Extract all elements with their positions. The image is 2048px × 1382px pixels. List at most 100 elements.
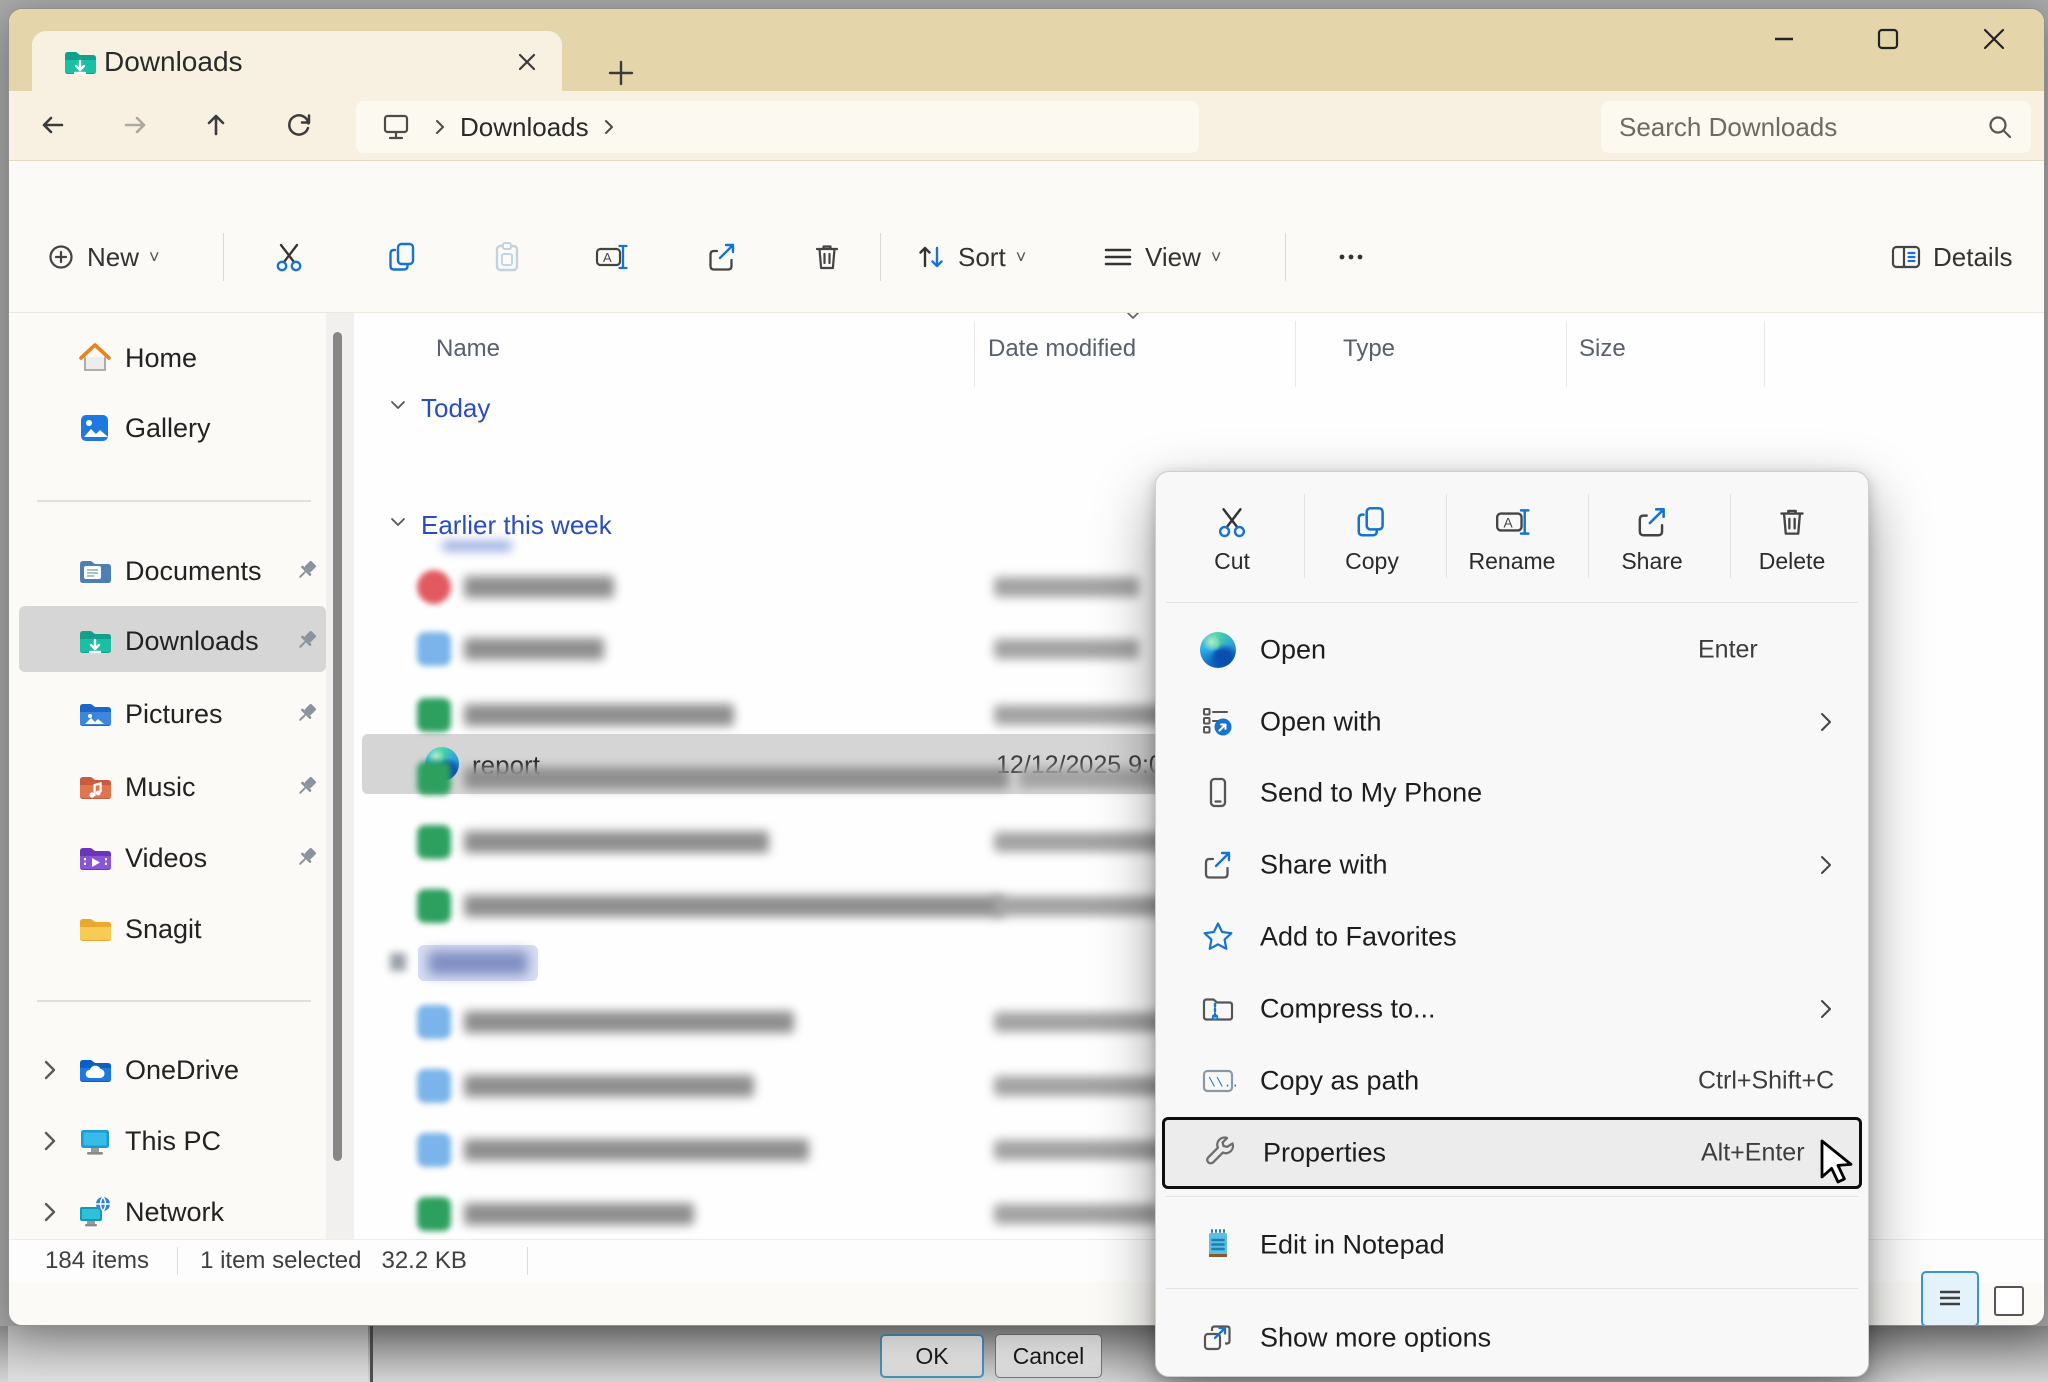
- redacted-group-chevron[interactable]: [390, 953, 406, 971]
- new-tab-icon[interactable]: [601, 53, 641, 93]
- redacted-file-name[interactable]: [464, 1075, 754, 1097]
- copy-quick-button[interactable]: Copy: [1302, 484, 1442, 594]
- chevron-down-icon: ˅: [149, 247, 160, 268]
- chevron-right-icon[interactable]: [37, 1199, 63, 1225]
- sidebar-item-gallery[interactable]: Gallery: [9, 396, 326, 460]
- sidebar-item-this-pc[interactable]: This PC: [9, 1109, 326, 1173]
- group-header-today[interactable]: Today: [421, 393, 490, 424]
- redacted-file-name[interactable]: [464, 831, 769, 853]
- menu-item-open[interactable]: Open Enter: [1162, 614, 1862, 685]
- maximize-button[interactable]: [1844, 15, 1932, 63]
- search-icon[interactable]: [1985, 112, 2015, 142]
- redacted-file-name[interactable]: [464, 638, 604, 660]
- menu-item-open-with[interactable]: Open with: [1162, 686, 1862, 757]
- column-header-date-modified[interactable]: Date modified: [988, 335, 1136, 363]
- view-button[interactable]: View˅: [1101, 225, 1221, 289]
- group-header-earlier-this-week[interactable]: Earlier this week: [421, 510, 612, 541]
- redacted-file-name[interactable]: [464, 1011, 794, 1033]
- ok-button[interactable]: OK: [880, 1334, 984, 1378]
- menu-item-edit-in-notepad[interactable]: Edit in Notepad: [1162, 1209, 1862, 1280]
- sidebar-item-snagit[interactable]: Snagit: [9, 897, 326, 961]
- column-header-name[interactable]: Name: [436, 335, 500, 363]
- redacted-file-name[interactable]: [464, 895, 1004, 917]
- this-pc-icon[interactable]: [380, 111, 412, 143]
- tab-close-icon[interactable]: [510, 45, 544, 79]
- excel-file-icon: [417, 889, 451, 923]
- refresh-icon[interactable]: [273, 99, 325, 151]
- menu-item-compress-to[interactable]: Compress to...: [1162, 973, 1862, 1044]
- toolbar-divider: [223, 233, 224, 281]
- phone-icon: [1200, 775, 1236, 811]
- search-box[interactable]: [1601, 101, 2031, 153]
- breadcrumb-location[interactable]: Downloads: [460, 112, 589, 143]
- sidebar-item-pictures[interactable]: Pictures: [9, 682, 326, 746]
- column-divider[interactable]: [1566, 321, 1567, 387]
- column-header-type[interactable]: Type: [1343, 335, 1395, 363]
- redacted-file-name[interactable]: [464, 767, 1009, 789]
- pin-icon: [291, 772, 321, 802]
- menu-item-properties[interactable]: Properties Alt+Enter: [1162, 1117, 1862, 1189]
- thumbnail-view-toggle[interactable]: [1994, 1286, 2024, 1316]
- column-divider[interactable]: [1764, 321, 1765, 387]
- sidebar-item-downloads[interactable]: Downloads: [9, 609, 326, 673]
- selection-size: 32.2 KB: [381, 1247, 466, 1275]
- pin-icon: [291, 699, 321, 729]
- forward-icon[interactable]: [109, 99, 161, 151]
- sidebar-item-music[interactable]: Music: [9, 755, 326, 819]
- cut-quick-button[interactable]: Cut: [1162, 484, 1302, 594]
- details-view-toggle[interactable]: [1921, 1271, 1979, 1326]
- sidebar-item-onedrive[interactable]: OneDrive: [9, 1038, 326, 1102]
- paste-button[interactable]: [477, 225, 537, 289]
- menu-item-add-to-favorites[interactable]: Add to Favorites: [1162, 901, 1862, 972]
- menu-item-share-with[interactable]: Share with: [1162, 829, 1862, 900]
- redacted-file-name[interactable]: [464, 1139, 809, 1161]
- address-bar[interactable]: Downloads: [356, 101, 1199, 153]
- delete-quick-button[interactable]: Delete: [1722, 484, 1862, 594]
- redacted-file-name[interactable]: [464, 1203, 694, 1225]
- sidebar-item-documents[interactable]: Documents: [9, 539, 326, 603]
- sort-button[interactable]: Sort˅: [914, 225, 1026, 289]
- sidebar-item-home[interactable]: Home: [9, 326, 326, 390]
- group-collapse-chevron[interactable]: [387, 394, 409, 416]
- redacted-file-name[interactable]: [464, 704, 734, 726]
- menu-item-send-to-phone[interactable]: Send to My Phone: [1162, 757, 1862, 828]
- rename-quick-button[interactable]: A Rename: [1442, 484, 1582, 594]
- sidebar-item-network[interactable]: Network: [9, 1180, 326, 1244]
- search-input[interactable]: [1617, 111, 1985, 144]
- chevron-right-icon[interactable]: [37, 1128, 63, 1154]
- up-icon[interactable]: [190, 99, 242, 151]
- delete-button[interactable]: [797, 225, 857, 289]
- show-more-options-icon: [1200, 1320, 1236, 1356]
- back-icon[interactable]: [27, 99, 79, 151]
- breadcrumb-chevron-icon[interactable]: [599, 117, 619, 137]
- menu-divider: [1166, 1196, 1858, 1197]
- group-collapse-chevron[interactable]: [387, 511, 409, 533]
- group-header-redacted[interactable]: [418, 945, 538, 981]
- column-header-size[interactable]: Size: [1579, 335, 1626, 363]
- column-divider[interactable]: [974, 321, 975, 387]
- file-row: [417, 761, 451, 795]
- menu-item-copy-as-path[interactable]: \\.. Copy as path Ctrl+Shift+C: [1162, 1045, 1862, 1116]
- minimize-button[interactable]: [1740, 15, 1828, 63]
- sidebar-item-videos[interactable]: Videos: [9, 826, 326, 890]
- new-button[interactable]: New˅: [45, 225, 160, 289]
- cut-button[interactable]: [259, 225, 319, 289]
- details-pane-button[interactable]: Details: [1889, 225, 2012, 289]
- see-more-button[interactable]: [1321, 225, 1381, 289]
- menu-item-show-more-options[interactable]: Show more options: [1162, 1302, 1862, 1373]
- onedrive-folder-icon: [77, 1052, 113, 1088]
- rename-button[interactable]: A: [581, 225, 641, 289]
- cancel-button[interactable]: Cancel: [995, 1334, 1102, 1378]
- pdf-file-icon: [417, 570, 451, 604]
- copy-button[interactable]: [373, 225, 433, 289]
- close-button[interactable]: [1950, 15, 2038, 63]
- share-quick-button[interactable]: Share: [1582, 484, 1722, 594]
- share-button[interactable]: [692, 225, 752, 289]
- sidebar-item-label: Snagit: [125, 914, 202, 945]
- column-divider[interactable]: [1295, 321, 1296, 387]
- chevron-right-icon[interactable]: [37, 1057, 63, 1083]
- redacted-file-name[interactable]: [464, 576, 614, 598]
- sidebar-scrollbar-thumb[interactable]: [333, 332, 342, 1161]
- doc-file-icon: [417, 1069, 451, 1103]
- tab-downloads[interactable]: Downloads: [32, 31, 562, 91]
